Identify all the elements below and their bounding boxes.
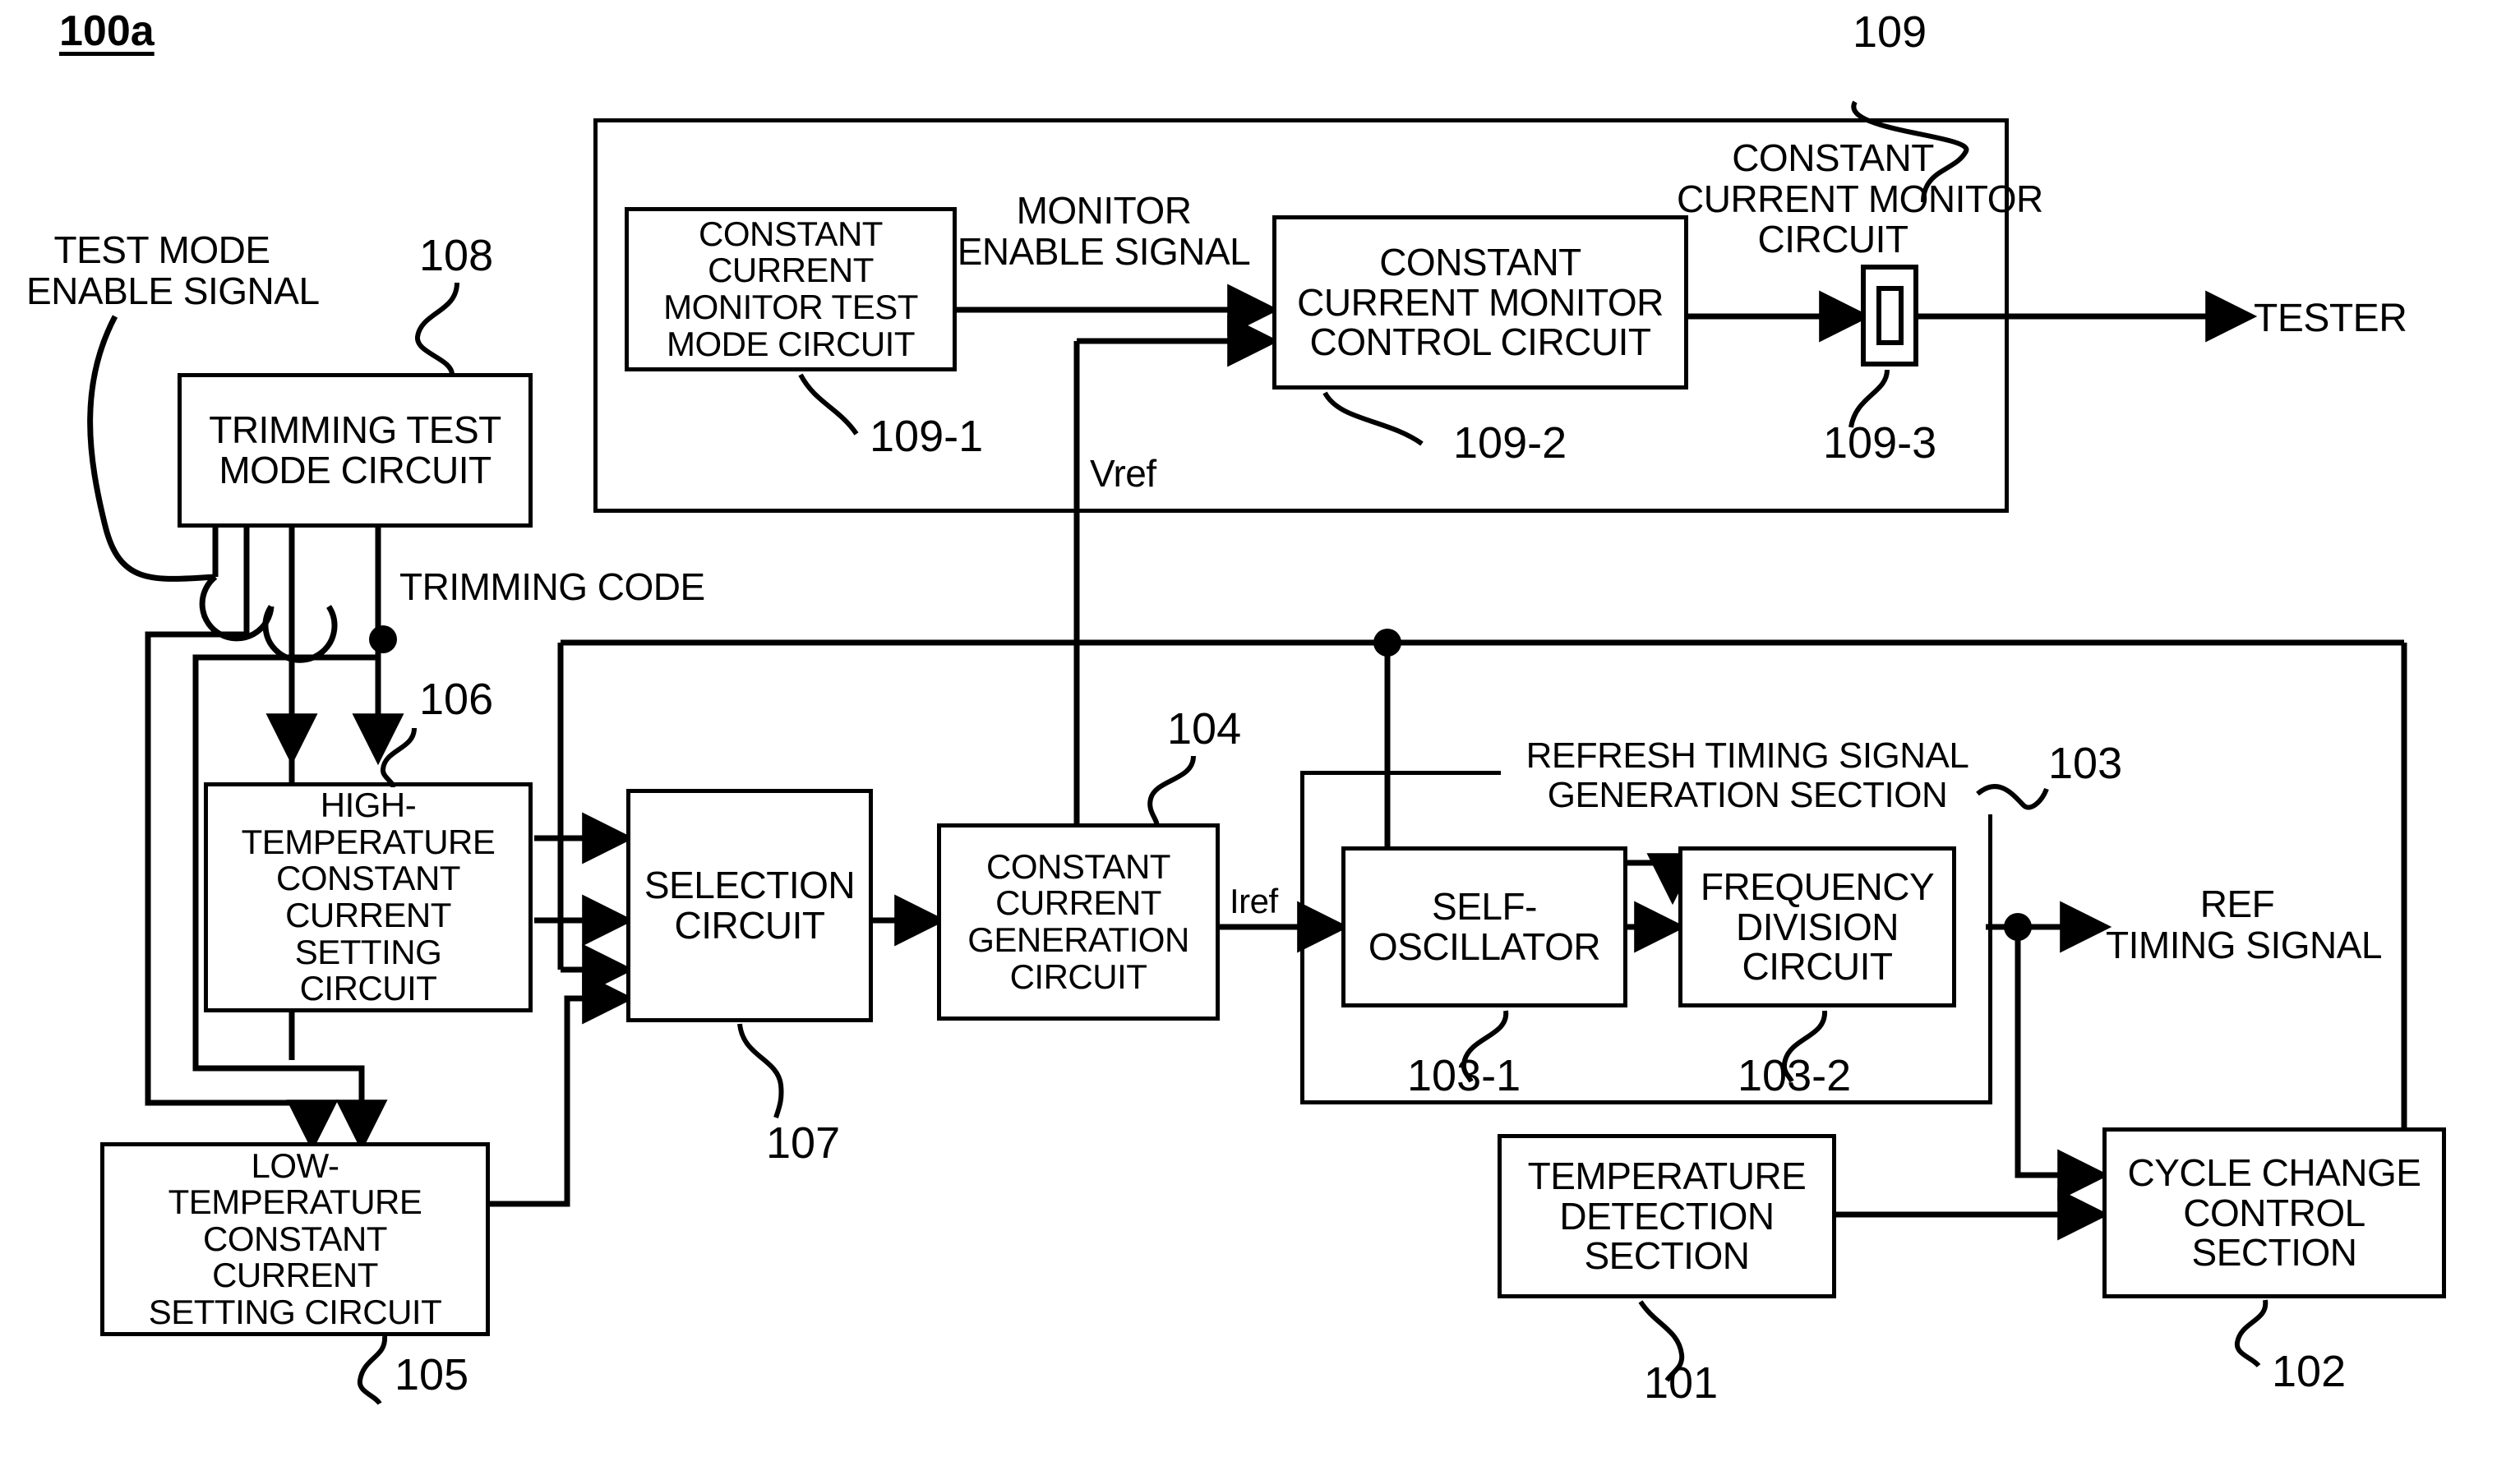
monitor-pad-inner [1876,286,1904,345]
refnum-103: 103 [2048,739,2123,788]
ref-timing-signal-label: REF TIMING SIGNAL [2106,883,2382,966]
vref-label: Vref [1090,452,1156,495]
refnum-109: 109 [1853,7,1927,57]
refnum-107: 107 [766,1118,841,1168]
monitor-enable-signal-label: MONITOR ENABLE SIGNAL [957,189,1251,273]
refnum-103-1: 103-1 [1407,1051,1521,1100]
wire-mid-branch-helper [230,657,292,723]
trimming-test-mode-label: TRIMMING TEST MODE CIRCUIT [209,408,501,491]
selection-circuit[interactable]: SELECTION CIRCUIT [626,789,873,1022]
constant-current-generation-circuit[interactable]: CONSTANT CURRENT GENERATION CIRCUIT [937,823,1220,1021]
low-temperature-constant-current-setting-circuit[interactable]: LOW- TEMPERATURE CONSTANT CURRENT SETTIN… [100,1142,490,1336]
temperature-detection-label: TEMPERATURE DETECTION SECTION [1527,1154,1807,1278]
constant-current-gen-label: CONSTANT CURRENT GENERATION CIRCUIT [967,846,1189,996]
figure-id-label: 100a [59,7,155,55]
patent-figure-canvas: 100a CONSTANT CURRENT MONITOR CIRCUIT 10… [0,0,2520,1466]
iref-label: Iref [1230,882,1278,920]
refnum-109-1: 109-1 [870,412,984,461]
cycle-change-control-label: CYCLE CHANGE CONTROL SECTION [2127,1150,2421,1275]
wire-node-to-102 [2015,927,2110,1201]
junction-dot-bus [1373,629,1401,657]
refresh-timing-section-label: REFRESH TIMING SIGNAL GENERATION SECTION [1501,736,1994,815]
refnum-102: 102 [2272,1347,2347,1396]
refnum-109-2: 109-2 [1453,418,1567,468]
test-mode-enable-signal-label: TEST MODE ENABLE SIGNAL [26,228,320,312]
refnum-105: 105 [395,1350,469,1399]
cc-monitor-control-label: CONSTANT CURRENT MONITOR CONTROL CIRCUIT [1297,240,1664,364]
refnum-106: 106 [419,675,494,724]
cc-monitor-test-mode-label: CONSTANT CURRENT MONITOR TEST MODE CIRCU… [663,214,918,363]
temperature-detection-section[interactable]: TEMPERATURE DETECTION SECTION [1498,1134,1836,1298]
refnum-103-2: 103-2 [1738,1051,1852,1100]
self-oscillator[interactable]: SELF- OSCILLATOR [1341,846,1627,1007]
cycle-change-control-section[interactable]: CYCLE CHANGE CONTROL SECTION [2102,1127,2446,1298]
wire-hop-arc-2 [262,605,338,663]
frequency-division-circuit[interactable]: FREQUENCY DIVISION CIRCUIT [1678,846,1956,1007]
trimming-code-label: TRIMMING CODE [399,565,705,608]
refnum-101: 101 [1644,1358,1719,1408]
junction-dot-ref-timing [2004,913,2032,941]
refnum-104: 104 [1167,704,1242,754]
constant-current-monitor-control-circuit[interactable]: CONSTANT CURRENT MONITOR CONTROL CIRCUIT [1272,215,1688,390]
junction-dot-trimming-code [369,625,397,653]
wire-hop-arc-1 [199,574,275,642]
high-temp-setting-label: HIGH- TEMPERATURE CONSTANT CURRENT SETTI… [241,786,496,1008]
selection-circuit-label: SELECTION CIRCUIT [644,864,856,947]
low-temp-setting-label: LOW- TEMPERATURE CONSTANT CURRENT SETTIN… [148,1146,442,1331]
high-temperature-constant-current-setting-circuit[interactable]: HIGH- TEMPERATURE CONSTANT CURRENT SETTI… [204,782,533,1012]
wire-105-out [490,972,635,1207]
cc-monitor-circuit-group-label: CONSTANT CURRENT MONITOR CIRCUIT [1677,136,2043,261]
self-oscillator-label: SELF- OSCILLATOR [1368,885,1601,968]
frequency-division-label: FREQUENCY DIVISION CIRCUIT [1700,864,1935,989]
trimming-test-mode-circuit[interactable]: TRIMMING TEST MODE CIRCUIT [178,373,533,528]
refnum-108: 108 [419,231,494,280]
tester-label: TESTER [2254,297,2407,340]
refnum-109-3: 109-3 [1823,418,1937,468]
constant-current-monitor-test-mode-circuit[interactable]: CONSTANT CURRENT MONITOR TEST MODE CIRCU… [625,207,957,371]
